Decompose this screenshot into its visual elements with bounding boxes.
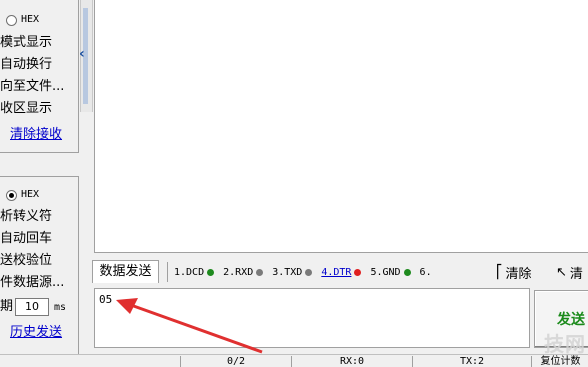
signal-gnd: 5.GND: [370, 267, 411, 278]
send-hex-label: HEX: [21, 189, 40, 200]
period-label: 期: [0, 299, 14, 314]
dcd-status-icon: [207, 268, 215, 276]
escape-chars-option[interactable]: 析转义符: [0, 209, 52, 225]
status-tx: TX:2: [412, 356, 531, 367]
status-bar: 0/2 RX:0 TX:2 复位计数: [0, 354, 588, 367]
send-textarea[interactable]: 05: [94, 288, 530, 348]
signal-indicators: 1.DCD 2.RXD 3.TXD 4.DTR 5.GND 6.: [167, 262, 441, 282]
clear-send-button[interactable]: ⎡ 清除: [496, 263, 532, 282]
signal-dcd: 1.DCD: [174, 267, 215, 278]
txd-status-icon: [305, 268, 313, 276]
clear-receive-link[interactable]: 清除接收: [10, 127, 62, 143]
receive-textarea[interactable]: [94, 0, 588, 253]
send-button-label: 发送: [557, 312, 585, 328]
period-unit: ms: [54, 302, 67, 313]
send-input-value: 05: [99, 293, 113, 306]
tab-data-send[interactable]: 数据发送: [92, 260, 159, 283]
arrow-up-icon: ↖: [556, 265, 567, 280]
mode-display-option[interactable]: 模式显示: [0, 35, 52, 51]
collapse-chevron-icon[interactable]: ‹: [79, 46, 85, 62]
period-input[interactable]: 10: [15, 298, 49, 316]
reset-count-button[interactable]: 复位计数: [531, 356, 588, 367]
status-rx: RX:0: [291, 356, 412, 367]
receive-hex-option[interactable]: HEX: [6, 14, 39, 26]
send-button[interactable]: 发送: [534, 290, 588, 348]
signal-txd: 3.TXD: [272, 267, 313, 278]
receive-hex-label: HEX: [21, 14, 40, 25]
send-toolbar: 数据发送 1.DCD 2.RXD 3.TXD 4.DTR 5.GND 6. ⎡ …: [92, 259, 588, 285]
recv-display-option[interactable]: 收区显示: [0, 101, 52, 117]
dtr-status-icon: [354, 268, 362, 276]
auto-enter-option[interactable]: 自动回车: [0, 231, 52, 247]
settings-panel: HEX 模式显示 自动换行 向至文件... 收区显示 清除接收 HEX 析转义符…: [0, 0, 86, 366]
clear2-button[interactable]: ↖ 清: [556, 263, 583, 282]
status-count: 0/2: [180, 356, 291, 367]
redirect-file-option[interactable]: 向至文件...: [0, 79, 64, 95]
clear-icon: ⎡: [496, 265, 503, 280]
checksum-option[interactable]: 送校验位: [0, 253, 52, 269]
receive-hex-radio[interactable]: [6, 14, 17, 26]
file-source-option[interactable]: 件数据源...: [0, 275, 64, 291]
auto-wrap-option[interactable]: 自动换行: [0, 57, 52, 73]
signal-6: 6.: [419, 266, 432, 278]
send-hex-option[interactable]: HEX: [6, 189, 39, 201]
signal-rxd: 2.RXD: [223, 267, 264, 278]
send-hex-radio[interactable]: [6, 189, 17, 201]
gnd-status-icon: [403, 268, 411, 276]
signal-dtr[interactable]: 4.DTR: [321, 267, 362, 278]
rxd-status-icon: [256, 268, 264, 276]
panel-splitter[interactable]: ‹: [79, 0, 93, 112]
history-send-link[interactable]: 历史发送: [10, 325, 62, 341]
